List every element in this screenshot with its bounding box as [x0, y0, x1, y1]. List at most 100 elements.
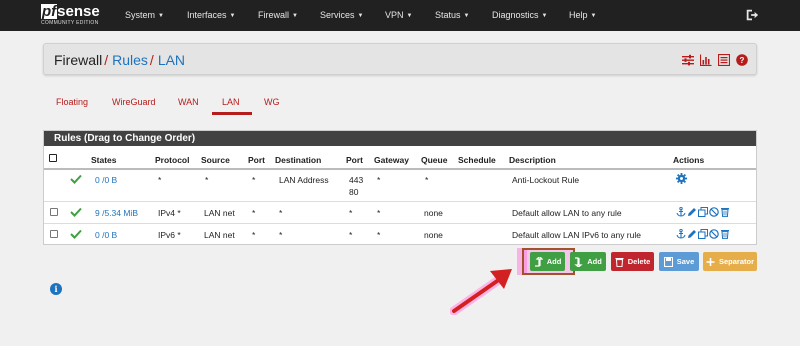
row-gateway: *: [377, 175, 381, 185]
col-destination: Destination: [275, 155, 322, 165]
breadcrumb-lan[interactable]: LAN: [158, 52, 185, 68]
tab-wireguard[interactable]: WireGuard: [112, 97, 156, 107]
check-icon: [70, 174, 82, 184]
nav-services[interactable]: Services ▼: [320, 10, 363, 20]
check-icon: [70, 207, 82, 217]
breadcrumb-firewall: Firewall: [54, 52, 103, 68]
row-checkbox[interactable]: [50, 208, 58, 216]
logo-mark: pfsense: [41, 3, 100, 20]
trash-icon: [615, 257, 624, 267]
top-navbar: pfsense COMMUNITY EDITION System ▼ Interf…: [0, 0, 800, 31]
nav-status[interactable]: Status ▼: [435, 10, 469, 20]
anchor-icon[interactable]: [676, 207, 686, 217]
arrow-up-icon: [534, 256, 543, 267]
row-protocol: IPv6 *: [158, 230, 181, 240]
nav-help[interactable]: Help ▼: [569, 10, 596, 20]
row-queue: none: [424, 208, 443, 218]
row-states[interactable]: 0 /0 B: [95, 175, 117, 185]
rules-panel: Rules (Drag to Change Order) States Prot…: [43, 130, 757, 245]
header-divider: [44, 168, 756, 170]
row-destination: *: [279, 208, 283, 218]
row-checkbox[interactable]: [50, 230, 58, 238]
row-queue: none: [424, 230, 443, 240]
pencil-icon[interactable]: [687, 207, 697, 217]
row-queue: *: [425, 175, 429, 185]
disable-icon[interactable]: [709, 207, 719, 217]
info-icon[interactable]: i: [50, 283, 62, 295]
anchor-icon[interactable]: [676, 229, 686, 239]
pencil-icon[interactable]: [687, 229, 697, 239]
col-description: Description: [509, 155, 556, 165]
row-dest-port: 443: [349, 175, 364, 185]
col-states: States: [91, 155, 117, 165]
svg-text:?: ?: [740, 56, 745, 65]
tab-wan[interactable]: WAN: [178, 97, 199, 107]
row-states[interactable]: 0 /0 B: [95, 230, 117, 240]
delete-button[interactable]: Delete: [611, 252, 654, 271]
row-gateway: *: [377, 230, 381, 240]
gear-icon[interactable]: [676, 173, 687, 184]
trash-icon[interactable]: [720, 229, 730, 239]
row-dest-port: *: [349, 230, 353, 240]
col-protocol: Protocol: [155, 155, 190, 165]
check-icon: [70, 229, 82, 239]
nav-interfaces[interactable]: Interfaces ▼: [187, 10, 235, 20]
disable-icon[interactable]: [709, 229, 719, 239]
row-description: Anti-Lockout Rule: [512, 175, 580, 185]
sliders-icon[interactable]: [682, 54, 694, 66]
copy-icon[interactable]: [698, 207, 708, 217]
nav-diagnostics[interactable]: Diagnostics ▼: [492, 10, 547, 20]
row-description: Default allow LAN IPv6 to any rule: [512, 230, 641, 240]
help-icon[interactable]: ?: [736, 54, 748, 66]
col-port: Port: [248, 155, 265, 165]
col-source: Source: [201, 155, 230, 165]
panel-title: Rules (Drag to Change Order): [44, 131, 756, 146]
col-actions: Actions: [673, 155, 705, 165]
logo-subtitle: COMMUNITY EDITION: [41, 20, 99, 26]
row-source: LAN net: [204, 230, 235, 240]
logout-icon[interactable]: [745, 8, 759, 22]
add-top-button[interactable]: Add: [530, 252, 565, 271]
tab-floating[interactable]: Floating: [56, 97, 88, 107]
row-dest-port: *: [349, 208, 353, 218]
nav-vpn[interactable]: VPN ▼: [385, 10, 412, 20]
separator-button[interactable]: Separator: [703, 252, 757, 271]
col-schedule: Schedule: [458, 155, 496, 165]
plus-icon: [706, 257, 715, 266]
arrow-down-icon: [574, 256, 583, 267]
copy-icon[interactable]: [698, 229, 708, 239]
active-tab-indicator: [212, 112, 252, 115]
nav-system[interactable]: System ▼: [125, 10, 164, 20]
row-port: *: [252, 175, 256, 185]
row-destination: *: [279, 230, 283, 240]
row-source: *: [205, 175, 209, 185]
tab-wg[interactable]: WG: [264, 97, 280, 107]
tab-lan[interactable]: LAN: [222, 97, 240, 107]
breadcrumb: Firewall / Rules / LAN: [54, 52, 186, 68]
nav-firewall[interactable]: Firewall ▼: [258, 10, 298, 20]
trash-icon[interactable]: [720, 207, 730, 217]
bar-chart-icon[interactable]: [700, 54, 712, 66]
breadcrumb-rules[interactable]: Rules: [112, 52, 148, 68]
row-destination: LAN Address: [279, 175, 329, 185]
pfsense-logo[interactable]: pfsense COMMUNITY EDITION: [41, 4, 111, 28]
row-port: *: [252, 208, 256, 218]
row-source: LAN net: [204, 208, 235, 218]
select-all-checkbox[interactable]: [49, 154, 57, 162]
row-description: Default allow LAN to any rule: [512, 208, 622, 218]
save-button[interactable]: Save: [659, 252, 699, 271]
list-icon[interactable]: [718, 54, 730, 66]
row-port: *: [252, 230, 256, 240]
breadcrumb-panel: Firewall / Rules / LAN ?: [43, 43, 757, 75]
col-dest-port: Port: [346, 155, 363, 165]
row-protocol: *: [158, 175, 162, 185]
col-gateway: Gateway: [374, 155, 409, 165]
annotation-arrow: [450, 269, 512, 315]
row-divider: [44, 201, 756, 202]
row-gateway: *: [377, 208, 381, 218]
row-protocol: IPv4 *: [158, 208, 181, 218]
row-states[interactable]: 9 /5.34 MiB: [95, 208, 138, 218]
add-bottom-button[interactable]: Add: [570, 252, 606, 271]
row-divider: [44, 223, 756, 224]
col-queue: Queue: [421, 155, 448, 165]
